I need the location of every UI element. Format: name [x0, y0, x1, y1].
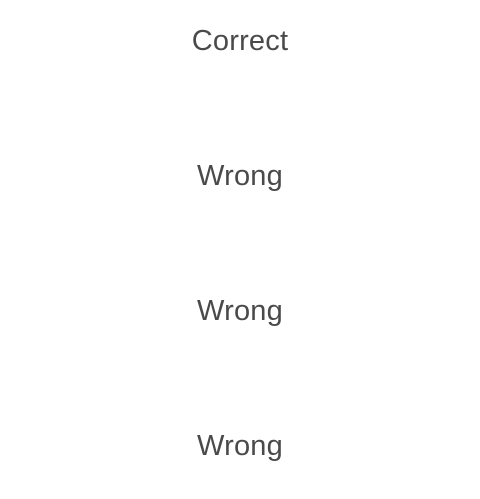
answer-option-wrong-3[interactable]: Wrong — [0, 416, 480, 476]
answer-option-label: Correct — [191, 24, 289, 57]
answer-option-label: Wrong — [197, 159, 283, 192]
answer-option-wrong-2[interactable]: Wrong — [0, 281, 480, 341]
answer-options-list: Correct Wrong Wrong Wrong — [0, 0, 480, 499]
answer-option-correct[interactable]: Correct — [0, 11, 480, 71]
answer-option-label: Wrong — [197, 294, 283, 327]
answer-option-wrong-1[interactable]: Wrong — [0, 146, 480, 206]
answer-option-label: Wrong — [197, 429, 283, 462]
